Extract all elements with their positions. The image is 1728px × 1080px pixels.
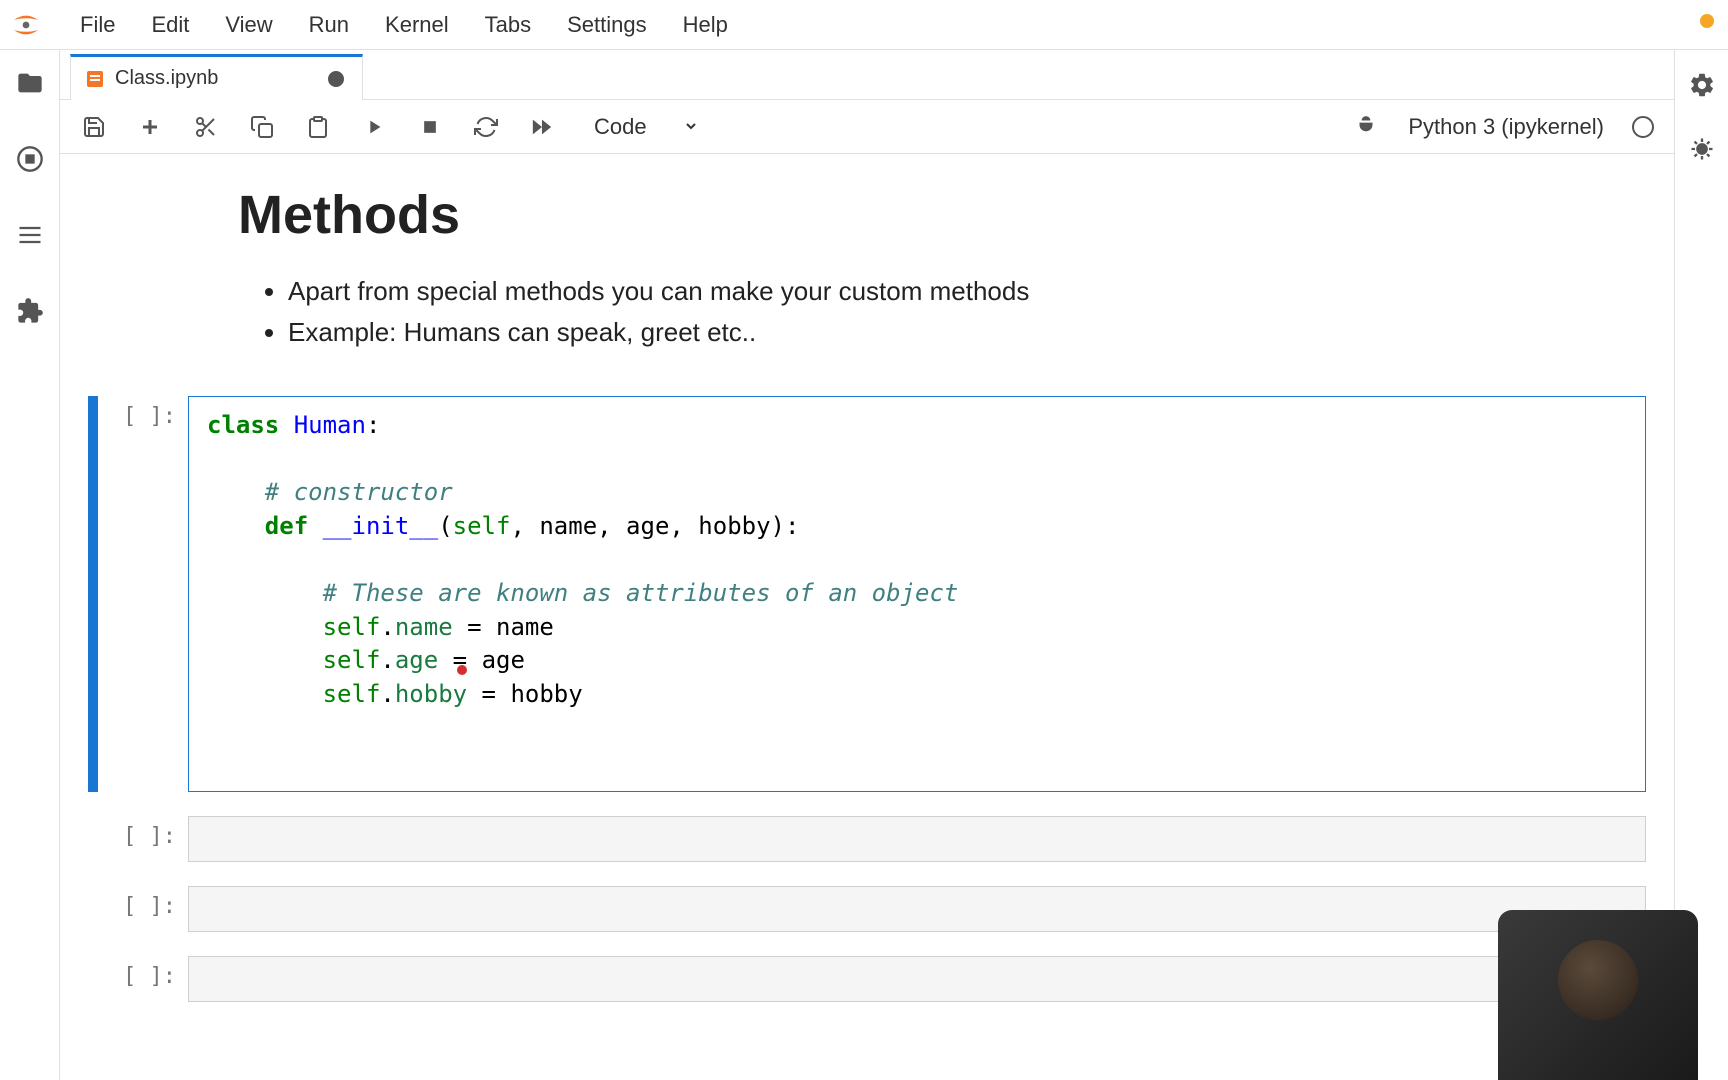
- markdown-bullets: Apart from special methods you can make …: [288, 276, 1646, 348]
- running-icon[interactable]: [15, 144, 45, 174]
- code-editor[interactable]: [188, 816, 1646, 862]
- code-editor[interactable]: [188, 886, 1646, 932]
- markdown-heading: Methods: [238, 184, 1646, 246]
- gear-icon[interactable]: [1687, 70, 1717, 100]
- stop-button[interactable]: [416, 113, 444, 141]
- jupyter-logo[interactable]: [8, 7, 44, 43]
- menu-view[interactable]: View: [207, 6, 290, 44]
- menubar: File Edit View Run Kernel Tabs Settings …: [0, 0, 1728, 50]
- debug-icon[interactable]: [1352, 113, 1380, 141]
- kernel-status-idle[interactable]: [1632, 116, 1654, 138]
- copy-button[interactable]: [248, 113, 276, 141]
- window-indicator: [1700, 14, 1714, 28]
- notebook-body[interactable]: Methods Apart from special methods you c…: [60, 154, 1674, 1080]
- code-cell-empty[interactable]: [ ]:: [88, 886, 1646, 932]
- code-editor[interactable]: [188, 956, 1646, 1002]
- restart-button[interactable]: [472, 113, 500, 141]
- menu-file[interactable]: File: [62, 6, 133, 44]
- cell-type-select[interactable]: Code: [584, 110, 709, 144]
- code-cell-empty[interactable]: [ ]:: [88, 816, 1646, 862]
- unsaved-indicator: [328, 71, 344, 87]
- tab-class-notebook[interactable]: Class.ipynb: [70, 54, 363, 100]
- cell-prompt: [ ]:: [112, 886, 188, 932]
- menu-items: File Edit View Run Kernel Tabs Settings …: [62, 6, 746, 44]
- cell-indicator: [88, 886, 98, 932]
- kernel-name[interactable]: Python 3 (ipykernel): [1408, 114, 1604, 140]
- tab-label: Class.ipynb: [115, 67, 218, 90]
- restart-run-all-button[interactable]: [528, 113, 556, 141]
- extensions-icon[interactable]: [15, 296, 45, 326]
- cursor-pointer: [457, 665, 467, 675]
- cut-button[interactable]: [192, 113, 220, 141]
- folder-icon[interactable]: [15, 68, 45, 98]
- notebook-icon: [85, 69, 105, 89]
- cell-prompt: [ ]:: [112, 816, 188, 862]
- cell-indicator: [88, 956, 98, 1002]
- menu-kernel[interactable]: Kernel: [367, 6, 467, 44]
- notebook-toolbar: Code Python 3 (ipykernel): [60, 100, 1674, 154]
- content-area: Class.ipynb Code Python 3 (ipykernel): [60, 50, 1674, 1080]
- menu-settings[interactable]: Settings: [549, 6, 665, 44]
- bullet-item: Apart from special methods you can make …: [288, 276, 1646, 307]
- menu-tabs[interactable]: Tabs: [467, 6, 549, 44]
- left-sidebar: [0, 50, 60, 1080]
- menu-edit[interactable]: Edit: [133, 6, 207, 44]
- toc-icon[interactable]: [15, 220, 45, 250]
- paste-button[interactable]: [304, 113, 332, 141]
- menu-run[interactable]: Run: [291, 6, 367, 44]
- cell-prompt: [ ]:: [112, 396, 188, 792]
- tab-bar: Class.ipynb: [60, 50, 1674, 100]
- add-cell-button[interactable]: [136, 113, 164, 141]
- webcam-overlay: [1498, 910, 1698, 1080]
- cell-prompt: [ ]:: [112, 956, 188, 1002]
- code-cell-empty[interactable]: [ ]:: [88, 956, 1646, 1002]
- code-cell-active[interactable]: [ ]: class Human: # constructor def __in…: [88, 396, 1646, 792]
- save-button[interactable]: [80, 113, 108, 141]
- chevron-down-icon: [683, 114, 699, 140]
- cell-type-value: Code: [594, 114, 647, 140]
- cell-indicator: [88, 396, 98, 792]
- menu-help[interactable]: Help: [665, 6, 746, 44]
- cell-indicator: [88, 816, 98, 862]
- debug-panel-icon[interactable]: [1687, 134, 1717, 164]
- run-button[interactable]: [360, 113, 388, 141]
- code-editor[interactable]: class Human: # constructor def __init__(…: [188, 396, 1646, 792]
- bullet-item: Example: Humans can speak, greet etc..: [288, 317, 1646, 348]
